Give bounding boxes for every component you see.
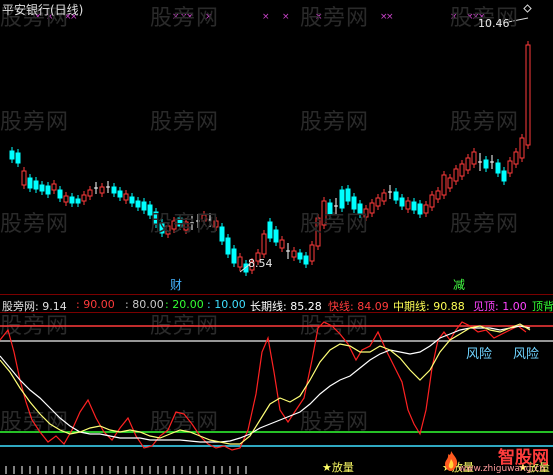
candle-body (483, 159, 489, 169)
candle-body (225, 237, 231, 255)
candle-body (219, 226, 225, 242)
candle-body (501, 170, 507, 182)
candle-body (495, 162, 501, 174)
candle-body (417, 203, 423, 215)
candle-body (507, 160, 513, 174)
candle-body (423, 204, 429, 214)
candle-body (75, 198, 81, 204)
candle-body (237, 256, 243, 268)
candle-body (435, 190, 441, 200)
top-signal-cross-icon: × (386, 12, 394, 22)
level-10: : 10.00 (207, 298, 246, 311)
volume-text: 放量 (331, 461, 354, 474)
candle-body (465, 157, 471, 171)
candle-body (261, 233, 267, 255)
panel-divider (0, 294, 553, 295)
watermark: 股旁网 (150, 6, 220, 31)
candle-body (87, 189, 93, 197)
candle-body (57, 189, 63, 199)
watermark: 股旁网 (150, 212, 220, 237)
site-url: www.zhiguwang.cn (458, 464, 545, 474)
candle-body (369, 202, 375, 214)
candlestick-chart[interactable]: × × ×× × ×× × × × × ×× × ××× (0, 0, 553, 294)
long-line (0, 325, 531, 443)
candle-body (141, 201, 147, 211)
candle-body (99, 186, 105, 194)
candle-body (291, 250, 297, 258)
candle-body (459, 163, 465, 177)
candle-body (111, 186, 117, 194)
watermark: 股旁网 (0, 212, 70, 237)
candle-body (123, 193, 129, 201)
candle-body (525, 44, 531, 146)
candle-body (69, 196, 75, 204)
candle-body (375, 197, 381, 207)
candle-body (51, 183, 57, 191)
candle-body (21, 170, 27, 186)
price-low-label: 8.54 (248, 257, 273, 270)
watermark: 股旁网 (300, 6, 370, 31)
star-icon: ★ (322, 461, 332, 474)
watermark: 股旁网 (0, 110, 70, 135)
watermark: 股旁网 (300, 212, 370, 237)
marker-jian: 减 (453, 278, 466, 292)
candle-body (267, 221, 273, 239)
candle-body (135, 200, 141, 208)
flame-icon (445, 451, 458, 471)
top-signal-cross-icon: × (262, 12, 270, 22)
candle-body (39, 184, 45, 192)
candle-body (381, 192, 387, 202)
candle-body (303, 255, 309, 265)
watermark: 股旁网 (450, 212, 520, 237)
candle-body (231, 248, 237, 264)
candle-body (399, 197, 405, 207)
candle-body (429, 194, 435, 208)
marker-cai: 财 (170, 278, 183, 292)
candle-body (63, 195, 69, 203)
candle-body (15, 152, 21, 164)
candle-body (513, 151, 519, 165)
candle-body (309, 244, 315, 262)
candle-body (33, 180, 39, 190)
candle-body (9, 150, 15, 160)
price-high-label: 10.46 (478, 17, 510, 30)
candle-body (117, 190, 123, 198)
risk-label-2: 风险 (513, 347, 540, 362)
chart-title: 平安银行(日线) (2, 3, 84, 17)
diamond-marker-icon (523, 4, 532, 13)
candle-body (471, 151, 477, 165)
candle-body (441, 174, 447, 196)
level-20: : 20.00 (165, 298, 204, 311)
candle-body (45, 185, 51, 195)
candle-body (345, 188, 351, 202)
candle-body (405, 200, 411, 210)
candle-body (453, 168, 459, 182)
level-90: : 90.00 (76, 298, 115, 311)
candle-body (27, 177, 33, 189)
candle-body (411, 201, 417, 211)
top-signal-cross-icon: × (282, 12, 290, 22)
candle-body (393, 191, 399, 201)
candle-body (273, 229, 279, 243)
watermark: 股旁网 (300, 110, 370, 135)
risk-label-1: 风险 (466, 347, 493, 362)
volume-label-1: ★放量 (322, 459, 354, 475)
candle-body (279, 239, 285, 249)
watermark: 股旁网 (450, 110, 520, 135)
candle-body (447, 177, 453, 189)
watermark: 股旁网 (150, 110, 220, 135)
candle-body (519, 137, 525, 159)
indicator-chart[interactable] (0, 312, 553, 474)
candle-body (297, 252, 303, 260)
candle-body (129, 196, 135, 204)
level-80: : 80.00 (125, 298, 164, 311)
candle-body (81, 194, 87, 202)
